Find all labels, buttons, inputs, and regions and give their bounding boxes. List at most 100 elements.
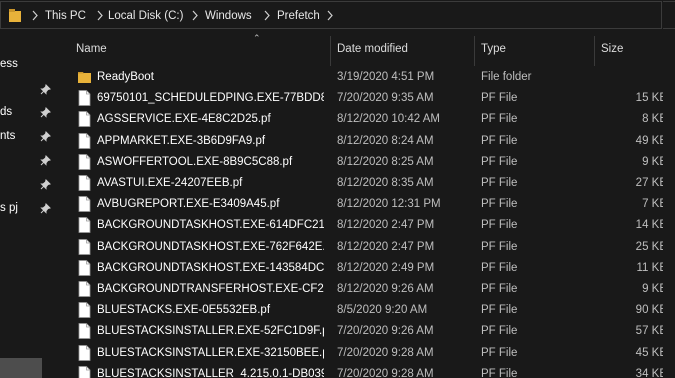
file-row[interactable]: ASWOFFERTOOL.EXE-8B9C5C88.pf 8/12/2020 8:… xyxy=(58,152,675,173)
folder-icon xyxy=(78,72,91,83)
pin-icon[interactable] xyxy=(40,131,51,142)
file-icon xyxy=(78,153,91,170)
file-type: PF File xyxy=(481,155,518,168)
file-type: PF File xyxy=(481,367,518,378)
file-type: PF File xyxy=(481,261,518,274)
file-icon xyxy=(78,302,91,319)
address-dropdown[interactable] xyxy=(663,1,675,29)
file-name: BLUESTACKSINSTALLER_4.215.0.1-DB0399... xyxy=(97,367,324,378)
file-type: PF File xyxy=(481,113,518,126)
nav-selected-item[interactable] xyxy=(0,358,42,378)
file-type: PF File xyxy=(481,346,518,359)
file-type: PF File xyxy=(481,92,518,105)
pin-icon[interactable] xyxy=(40,84,51,95)
file-row[interactable]: BACKGROUNDTASKHOST.EXE-614DFC21.pf 8/12/2… xyxy=(58,215,675,236)
file-icon xyxy=(78,132,91,149)
address-box[interactable]: This PC Local Disk (C:) Windows Prefetch xyxy=(0,1,662,29)
file-name: BACKGROUNDTRANSFERHOST.EXE-CF2A... xyxy=(97,283,324,295)
breadcrumb-windows[interactable]: Windows xyxy=(205,10,252,22)
file-size: 8 KB xyxy=(642,113,667,126)
chevron-right-icon[interactable] xyxy=(326,10,334,21)
file-size: 49 KB xyxy=(635,134,667,147)
file-type: PF File xyxy=(481,134,518,147)
nav-item-label[interactable]: nts xyxy=(0,130,15,142)
file-icon xyxy=(78,111,91,128)
file-size: 57 KB xyxy=(635,325,667,338)
pin-icon[interactable] xyxy=(40,107,51,118)
file-name: BACKGROUNDTASKHOST.EXE-143584DC.pf xyxy=(97,261,324,274)
file-type: File folder xyxy=(481,71,532,83)
file-row[interactable]: AGSSERVICE.EXE-4E8C2D25.pf 8/12/2020 10:4… xyxy=(58,109,675,130)
column-size[interactable]: Size xyxy=(601,43,623,55)
nav-item-label[interactable]: ds xyxy=(0,106,12,118)
file-size: 9 KB xyxy=(642,283,667,295)
breadcrumb-local-disk[interactable]: Local Disk (C:) xyxy=(108,10,183,22)
chevron-right-icon[interactable] xyxy=(31,10,39,21)
file-row[interactable]: BACKGROUNDTASKHOST.EXE-762F642E.pf 8/12/2… xyxy=(58,237,675,258)
file-date-modified: 8/12/2020 8:35 AM xyxy=(337,177,434,189)
file-date-modified: 8/12/2020 8:24 AM xyxy=(337,134,434,147)
file-date-modified: 7/20/2020 9:26 AM xyxy=(337,325,434,338)
file-row[interactable]: BLUESTACKSINSTALLER_4.215.0.1-DB0399... 7… xyxy=(58,364,675,378)
pin-icon[interactable] xyxy=(40,179,51,190)
breadcrumb-prefetch[interactable]: Prefetch xyxy=(277,10,320,22)
file-date-modified: 8/12/2020 12:31 PM xyxy=(337,198,441,211)
file-name: BACKGROUNDTASKHOST.EXE-762F642E.pf xyxy=(97,240,324,253)
column-divider[interactable] xyxy=(594,36,595,66)
file-icon xyxy=(78,323,91,340)
column-divider[interactable] xyxy=(474,36,475,66)
file-row[interactable]: BLUESTACKS.EXE-0E5532EB.pf 8/5/2020 9:20 … xyxy=(58,300,675,321)
file-size: 34 KB xyxy=(635,367,667,378)
file-size: 27 KB xyxy=(635,177,667,189)
file-date-modified: 8/12/2020 10:42 AM xyxy=(337,113,440,126)
column-date-modified[interactable]: Date modified xyxy=(337,43,408,55)
file-row[interactable]: BLUESTACKSINSTALLER.EXE-32150BEE.pf 7/20/… xyxy=(58,343,675,364)
file-size: 11 KB xyxy=(636,261,667,274)
file-size: 25 KB xyxy=(635,240,667,253)
file-date-modified: 8/12/2020 2:47 PM xyxy=(337,240,435,253)
chevron-right-icon[interactable] xyxy=(96,10,104,21)
file-date-modified: 8/12/2020 8:25 AM xyxy=(337,155,434,168)
file-icon xyxy=(78,90,91,107)
file-date-modified: 7/20/2020 9:35 AM xyxy=(337,92,434,105)
file-row[interactable]: ReadyBoot 3/19/2020 4:51 PM File folder xyxy=(58,67,675,88)
file-row[interactable]: AVBUGREPORT.EXE-E3409A45.pf 8/12/2020 12:… xyxy=(58,194,675,215)
file-name: BLUESTACKSINSTALLER.EXE-52FC1D9F.pf xyxy=(97,325,324,338)
column-header: ⌃ Name Date modified Type Size xyxy=(58,33,675,66)
file-size: 14 KB xyxy=(635,219,667,232)
file-name: BLUESTACKSINSTALLER.EXE-32150BEE.pf xyxy=(97,346,324,359)
file-name: AVBUGREPORT.EXE-E3409A45.pf xyxy=(97,198,280,211)
nav-item-label[interactable]: s pj xyxy=(0,202,18,214)
file-row[interactable]: BACKGROUNDTRANSFERHOST.EXE-CF2A... 8/12/2… xyxy=(58,279,675,300)
column-divider[interactable] xyxy=(330,36,331,66)
pin-icon[interactable] xyxy=(40,203,51,214)
file-type: PF File xyxy=(481,198,518,211)
file-row[interactable]: BLUESTACKSINSTALLER.EXE-52FC1D9F.pf 7/20/… xyxy=(58,321,675,342)
file-icon xyxy=(78,196,91,213)
file-name: 69750101_SCHEDULEDPING.EXE-77BDD8... xyxy=(97,92,324,105)
column-type[interactable]: Type xyxy=(481,43,506,55)
file-type: PF File xyxy=(481,177,518,189)
file-row[interactable]: APPMARKET.EXE-3B6D9FA9.pf 8/12/2020 8:24 … xyxy=(58,131,675,152)
file-icon xyxy=(78,175,91,191)
file-name: BLUESTACKS.EXE-0E5532EB.pf xyxy=(97,304,271,317)
vertical-scrollbar[interactable] xyxy=(663,32,675,378)
sort-ascending-icon: ⌃ xyxy=(253,33,261,43)
file-size: 90 KB xyxy=(635,304,667,317)
file-row[interactable]: 69750101_SCHEDULEDPING.EXE-77BDD8... 7/20… xyxy=(58,88,675,109)
address-bar: This PC Local Disk (C:) Windows Prefetch xyxy=(0,0,675,32)
file-date-modified: 8/12/2020 9:26 AM xyxy=(337,283,434,295)
column-name[interactable]: Name xyxy=(76,43,107,55)
pin-icon[interactable] xyxy=(40,155,51,166)
breadcrumb-this-pc[interactable]: This PC xyxy=(45,10,86,22)
nav-item-label[interactable]: ess xyxy=(0,58,18,70)
file-row[interactable]: BACKGROUNDTASKHOST.EXE-143584DC.pf 8/12/2… xyxy=(58,258,675,279)
file-date-modified: 3/19/2020 4:51 PM xyxy=(337,71,435,83)
file-name: APPMARKET.EXE-3B6D9FA9.pf xyxy=(97,134,266,147)
file-row[interactable]: AVASTUI.EXE-24207EEB.pf 8/12/2020 8:35 AM… xyxy=(58,173,675,194)
chevron-right-icon[interactable] xyxy=(263,10,271,21)
file-type: PF File xyxy=(481,325,518,338)
chevron-right-icon[interactable] xyxy=(191,10,199,21)
file-name: ASWOFFERTOOL.EXE-8B9C5C88.pf xyxy=(97,155,293,168)
file-date-modified: 8/12/2020 2:47 PM xyxy=(337,219,435,232)
